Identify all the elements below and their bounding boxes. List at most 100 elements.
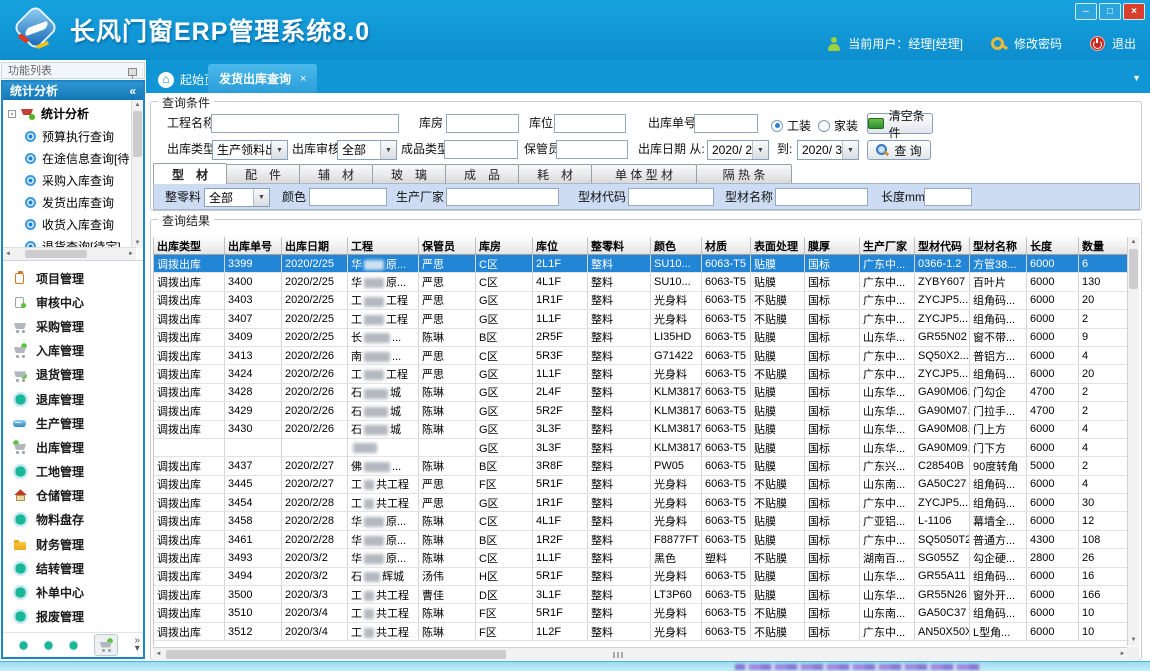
column-header[interactable]: 生产厂家	[860, 237, 915, 255]
scroll-up-icon[interactable]: ▲	[1128, 237, 1139, 248]
table-row[interactable]: 调拨出库35122020/3/4工共工程陈琳F区1L2F整料光身料6063-T5…	[154, 622, 1129, 640]
material-tab[interactable]: 耗 材	[518, 164, 592, 184]
column-header[interactable]: 数量	[1079, 237, 1130, 255]
table-row[interactable]: 调拨出库34932020/3/2华原...陈琳C区1L1F整料黑色塑料不贴膜国标…	[154, 549, 1129, 567]
search-button[interactable]: 查 询	[867, 140, 931, 160]
material-tab[interactable]: 型 材	[153, 163, 227, 184]
table-row[interactable]: 调拨出库34372020/2/27佛...陈琳B区3R8F整料PW056063-…	[154, 457, 1129, 475]
tree-vertical-scrollbar[interactable]: ▲ ▼	[131, 100, 143, 248]
column-header[interactable]: 库位	[533, 237, 588, 255]
column-header[interactable]: 出库类型	[154, 237, 225, 255]
tree-item[interactable]: 发货出库查询	[3, 191, 143, 213]
column-header[interactable]: 整零料	[588, 237, 651, 255]
sidebar-item[interactable]: 补单中心	[3, 580, 143, 604]
tree-item[interactable]: 预算执行查询	[3, 125, 143, 147]
sidebar-item[interactable]: 报废管理	[3, 605, 143, 629]
radio-work-install[interactable]: 工装	[771, 117, 811, 134]
sidebar-item[interactable]: 财务管理	[3, 532, 143, 556]
tree-item[interactable]: 收货入库查询	[3, 213, 143, 235]
color-input[interactable]	[309, 188, 387, 206]
column-header[interactable]: 颜色	[651, 237, 702, 255]
material-tab[interactable]: 配 件	[226, 164, 300, 184]
column-header[interactable]: 出库单号	[225, 237, 282, 255]
sidebar-item[interactable]: 入库管理	[3, 339, 143, 363]
minimize-button[interactable]: –	[1075, 3, 1097, 20]
table-row[interactable]: 调拨出库34452020/2/27工共工程严思F区5R1F整料光身料6063-T…	[154, 475, 1129, 493]
column-header[interactable]: 膜厚	[805, 237, 860, 255]
logout-link[interactable]: 退出	[1112, 35, 1136, 52]
sidebar-item[interactable]: 退库管理	[3, 387, 143, 411]
table-row[interactable]: 调拨出库34242020/2/26工工程严思G区1L1F整料光身料6063-T5…	[154, 365, 1129, 383]
table-horizontal-scrollbar[interactable]: ◄ ►	[153, 647, 1128, 660]
table-row[interactable]: 调拨出库34612020/2/28华原...陈琳B区1R2F整料F8877FT6…	[154, 530, 1129, 548]
material-tab[interactable]: 隔 热 条	[696, 164, 792, 184]
project-name-input[interactable]	[211, 114, 399, 133]
table-row[interactable]: 调拨出库34072020/2/25工工程严思G区1L1F整料光身料6063-T5…	[154, 310, 1129, 328]
order-no-input[interactable]	[694, 114, 758, 133]
sidebar-item[interactable]: 出库管理	[3, 435, 143, 459]
table-row[interactable]: 调拨出库34582020/2/28华原...陈琳C区4L1F整料光身料6063-…	[154, 512, 1129, 530]
tree-item[interactable]: 在途信息查询[待	[3, 147, 143, 169]
manufacturer-input[interactable]	[446, 188, 559, 206]
material-tab[interactable]: 辅 材	[299, 164, 373, 184]
sidebar-item[interactable]: 审核中心	[3, 290, 143, 314]
scrollbar-thumb[interactable]	[25, 250, 87, 258]
clear-conditions-button[interactable]: 清空条件	[867, 113, 933, 134]
length-input[interactable]	[924, 188, 972, 206]
radio-home-install[interactable]: 家装	[818, 117, 858, 134]
scroll-up-icon[interactable]: ▲	[132, 100, 143, 110]
column-header[interactable]: 表面处理	[751, 237, 805, 255]
column-header[interactable]: 材质	[702, 237, 751, 255]
section-header-statistics[interactable]: 统计分析 «	[3, 82, 143, 100]
table-row[interactable]: 调拨出库34302020/2/26石城陈琳G区3L3F整料KLM38176063…	[154, 420, 1129, 438]
table-row[interactable]: 调拨出库34132020/2/26南...严思C区5R3F整料G71422606…	[154, 346, 1129, 364]
close-button[interactable]: ×	[1123, 3, 1145, 20]
sidebar-item[interactable]: 结转管理	[3, 556, 143, 580]
expander-icon[interactable]: -	[8, 110, 16, 118]
profile-name-input[interactable]	[775, 188, 868, 206]
sidebar-item[interactable]: 工地管理	[3, 460, 143, 484]
pin-icon[interactable]	[128, 68, 137, 76]
scrollbar-thumb[interactable]	[1129, 249, 1138, 289]
material-tab[interactable]: 单 体 型 材	[591, 164, 697, 184]
column-header[interactable]: 保管员	[419, 237, 476, 255]
sidebar-item[interactable]: 项目管理	[3, 266, 143, 290]
dot-icon[interactable]	[69, 640, 78, 651]
scrollbar-thumb[interactable]	[166, 650, 506, 659]
tree-item[interactable]: 采购入库查询	[3, 169, 143, 191]
sidebar-item[interactable]: 退货管理	[3, 363, 143, 387]
cart-shortcut-button[interactable]	[94, 634, 118, 656]
column-header[interactable]: 型材代码	[915, 237, 970, 255]
location-input[interactable]	[554, 114, 626, 133]
table-row[interactable]: 调拨出库34292020/2/26石城陈琳G区5R2F整料KLM38176063…	[154, 402, 1129, 420]
scroll-left-icon[interactable]: ◄	[3, 251, 13, 257]
table-row[interactable]: 调拨出库35002020/3/3工共工程曹佳D区3L1F整料LT3P606063…	[154, 586, 1129, 604]
scroll-right-icon[interactable]: ►	[126, 251, 136, 257]
whole-part-dropdown[interactable]: 全部	[204, 188, 270, 207]
column-header[interactable]: 工程	[348, 237, 419, 255]
column-header[interactable]: 库房	[476, 237, 533, 255]
scrollbar-thumb[interactable]	[133, 111, 142, 157]
tree-horizontal-scrollbar[interactable]: ◄ ►	[3, 247, 136, 260]
column-header[interactable]: 长度	[1027, 237, 1079, 255]
date-to-picker[interactable]: 2020/ 3/16	[797, 140, 859, 160]
maximize-button[interactable]: □	[1099, 3, 1121, 20]
material-tab[interactable]: 成 品	[445, 164, 519, 184]
table-row[interactable]: 调拨出库34032020/2/25工工程严思G区1R1F整料光身料6063-T5…	[154, 291, 1129, 309]
table-row[interactable]: 调拨出库35102020/3/4工共工程陈琳F区5R1F整料光身料6063-T5…	[154, 604, 1129, 622]
table-row[interactable]: G区3L3F整料KLM38176063-T5贴膜国标山东华...GA90M09.…	[154, 438, 1129, 456]
dot-icon[interactable]	[19, 640, 28, 651]
collapse-icon[interactable]: «	[129, 82, 136, 100]
table-row[interactable]: 调拨出库34942020/3/2石辉城汤伟H区5R1F整料光身料6063-T5贴…	[154, 567, 1129, 585]
product-type-input[interactable]	[444, 140, 518, 159]
column-header[interactable]: 型材名称	[970, 237, 1027, 255]
dot-icon[interactable]	[44, 640, 53, 651]
table-row[interactable]: 调拨出库34282020/2/26石城陈琳G区2L4F整料KLM38176063…	[154, 383, 1129, 401]
sidebar-item[interactable]: 物料盘存	[3, 508, 143, 532]
tab-close-icon[interactable]: ×	[300, 73, 306, 85]
table-vertical-scrollbar[interactable]: ▲ ▼	[1127, 237, 1139, 646]
column-header[interactable]: 出库日期	[282, 237, 348, 255]
material-tab[interactable]: 玻 璃	[372, 164, 446, 184]
table-row[interactable]: 调拨出库34092020/2/25长...陈琳B区2R5F整料LI35HD606…	[154, 328, 1129, 346]
scroll-down-icon[interactable]: ▼	[1128, 635, 1139, 646]
